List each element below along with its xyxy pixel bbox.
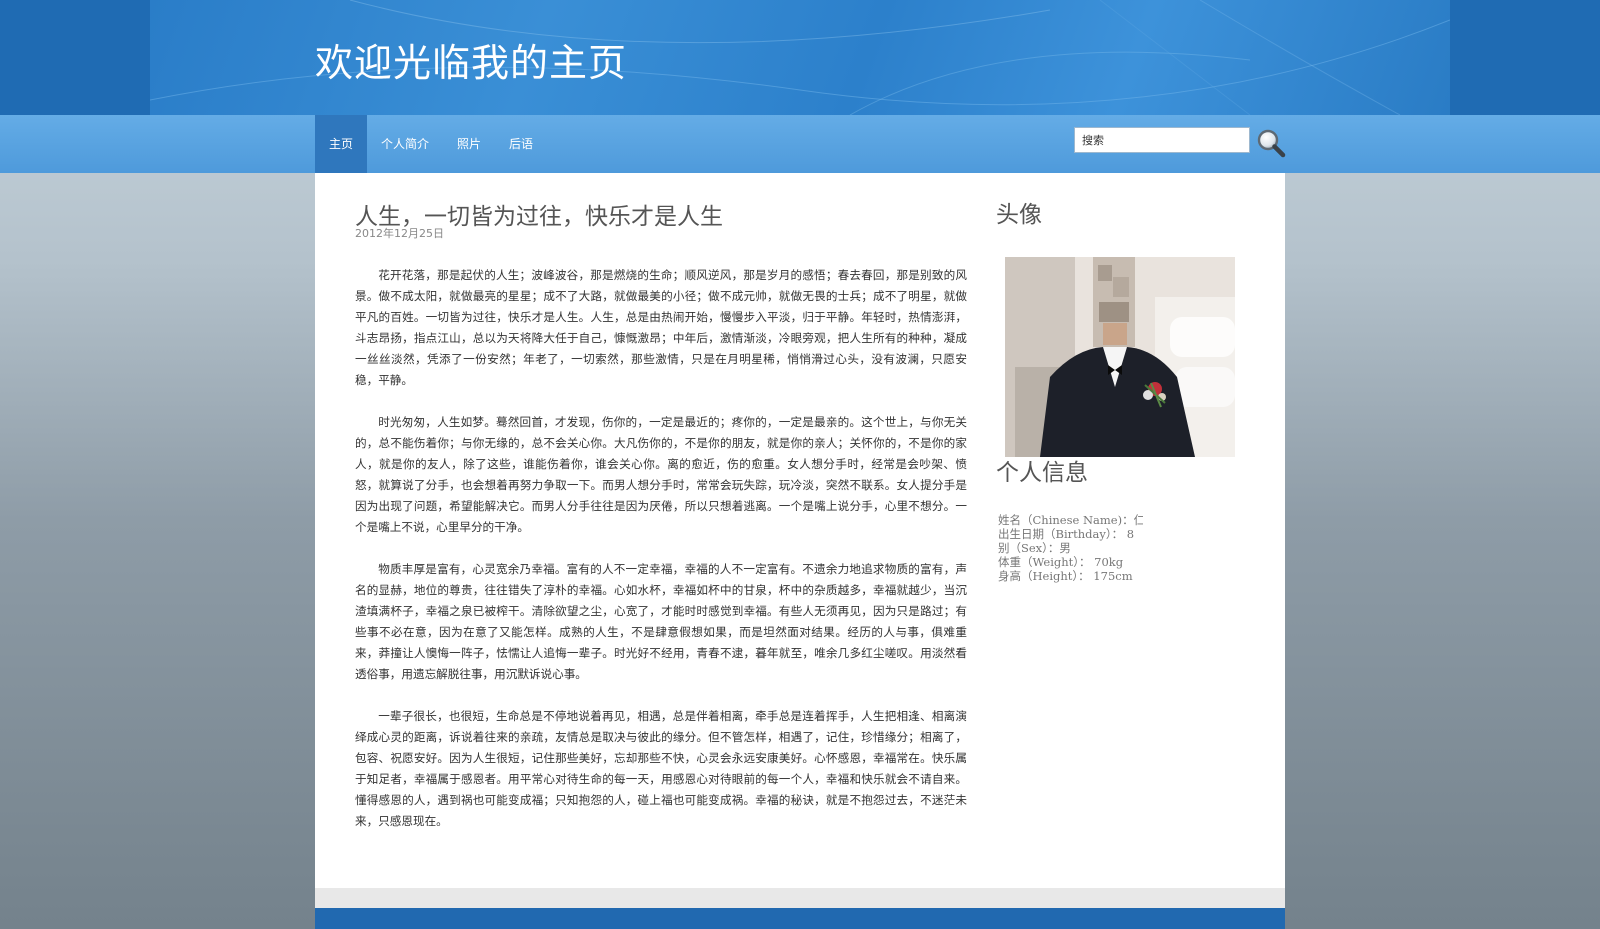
search-button[interactable] bbox=[1256, 128, 1286, 158]
info-list: 姓名（Chinese Name)：仁 出生日期（Birthday）： 8 别（S… bbox=[998, 513, 1143, 583]
nav-item-epilogue[interactable]: 后语 bbox=[495, 115, 547, 173]
nav-item-profile[interactable]: 个人简介 bbox=[367, 115, 443, 173]
nav-item-home[interactable]: 主页 bbox=[315, 115, 368, 173]
post-paragraph: 时光匆匆，人生如梦。蓦然回首，才发现，伤你的，一定是最近的；疼你的，一定是最亲的… bbox=[355, 415, 967, 534]
nav-menu: 主页 个人简介 照片 后语 bbox=[315, 115, 547, 173]
info-sex: 别（Sex）：男 bbox=[998, 541, 1071, 555]
nav-item-photos[interactable]: 照片 bbox=[443, 115, 495, 173]
avatar-photo bbox=[1005, 257, 1235, 457]
info-weight: 体重（Weight）： 70kg bbox=[998, 555, 1124, 569]
post-paragraph: 一辈子很长，也很短，生命总是不停地说着再见，相遇，总是伴着相离，牵手总是连着挥手… bbox=[355, 709, 967, 828]
info-birthday: 出生日期（Birthday）： 8 bbox=[998, 527, 1135, 541]
magnifier-icon bbox=[1257, 129, 1286, 158]
footer-bar bbox=[315, 908, 1285, 929]
site-title: 欢迎光临我的主页 bbox=[315, 41, 628, 85]
info-name: 姓名（Chinese Name)：仁 bbox=[998, 513, 1143, 527]
post-paragraph: 花开花落，那是起伏的人生；波峰波谷，那是燃烧的生命；顺风逆风，那是岁月的感悟；春… bbox=[355, 268, 967, 387]
post-date: 2012年12月25日 bbox=[355, 227, 444, 240]
footer-divider bbox=[315, 888, 1285, 908]
content-panel: 人生，一切皆为过往，快乐才是人生 2012年12月25日 花开花落，那是起伏的人… bbox=[315, 173, 1285, 890]
avatar-heading: 头像 bbox=[996, 202, 1042, 228]
info-height: 身高（Height）： 175cm bbox=[998, 569, 1133, 583]
info-heading: 个人信息 bbox=[996, 460, 1088, 486]
post-body: 花开花落，那是起伏的人生；波峰波谷，那是燃烧的生命；顺风逆风，那是岁月的感悟；春… bbox=[355, 265, 967, 853]
header-banner: 欢迎光临我的主页 bbox=[0, 0, 1600, 115]
post-paragraph: 物质丰厚是富有，心灵宽余乃幸福。富有的人不一定幸福，幸福的人不一定富有。不遗余力… bbox=[355, 562, 967, 681]
nav-bar: 主页 个人简介 照片 后语 bbox=[0, 115, 1600, 173]
search-input[interactable] bbox=[1074, 127, 1250, 153]
